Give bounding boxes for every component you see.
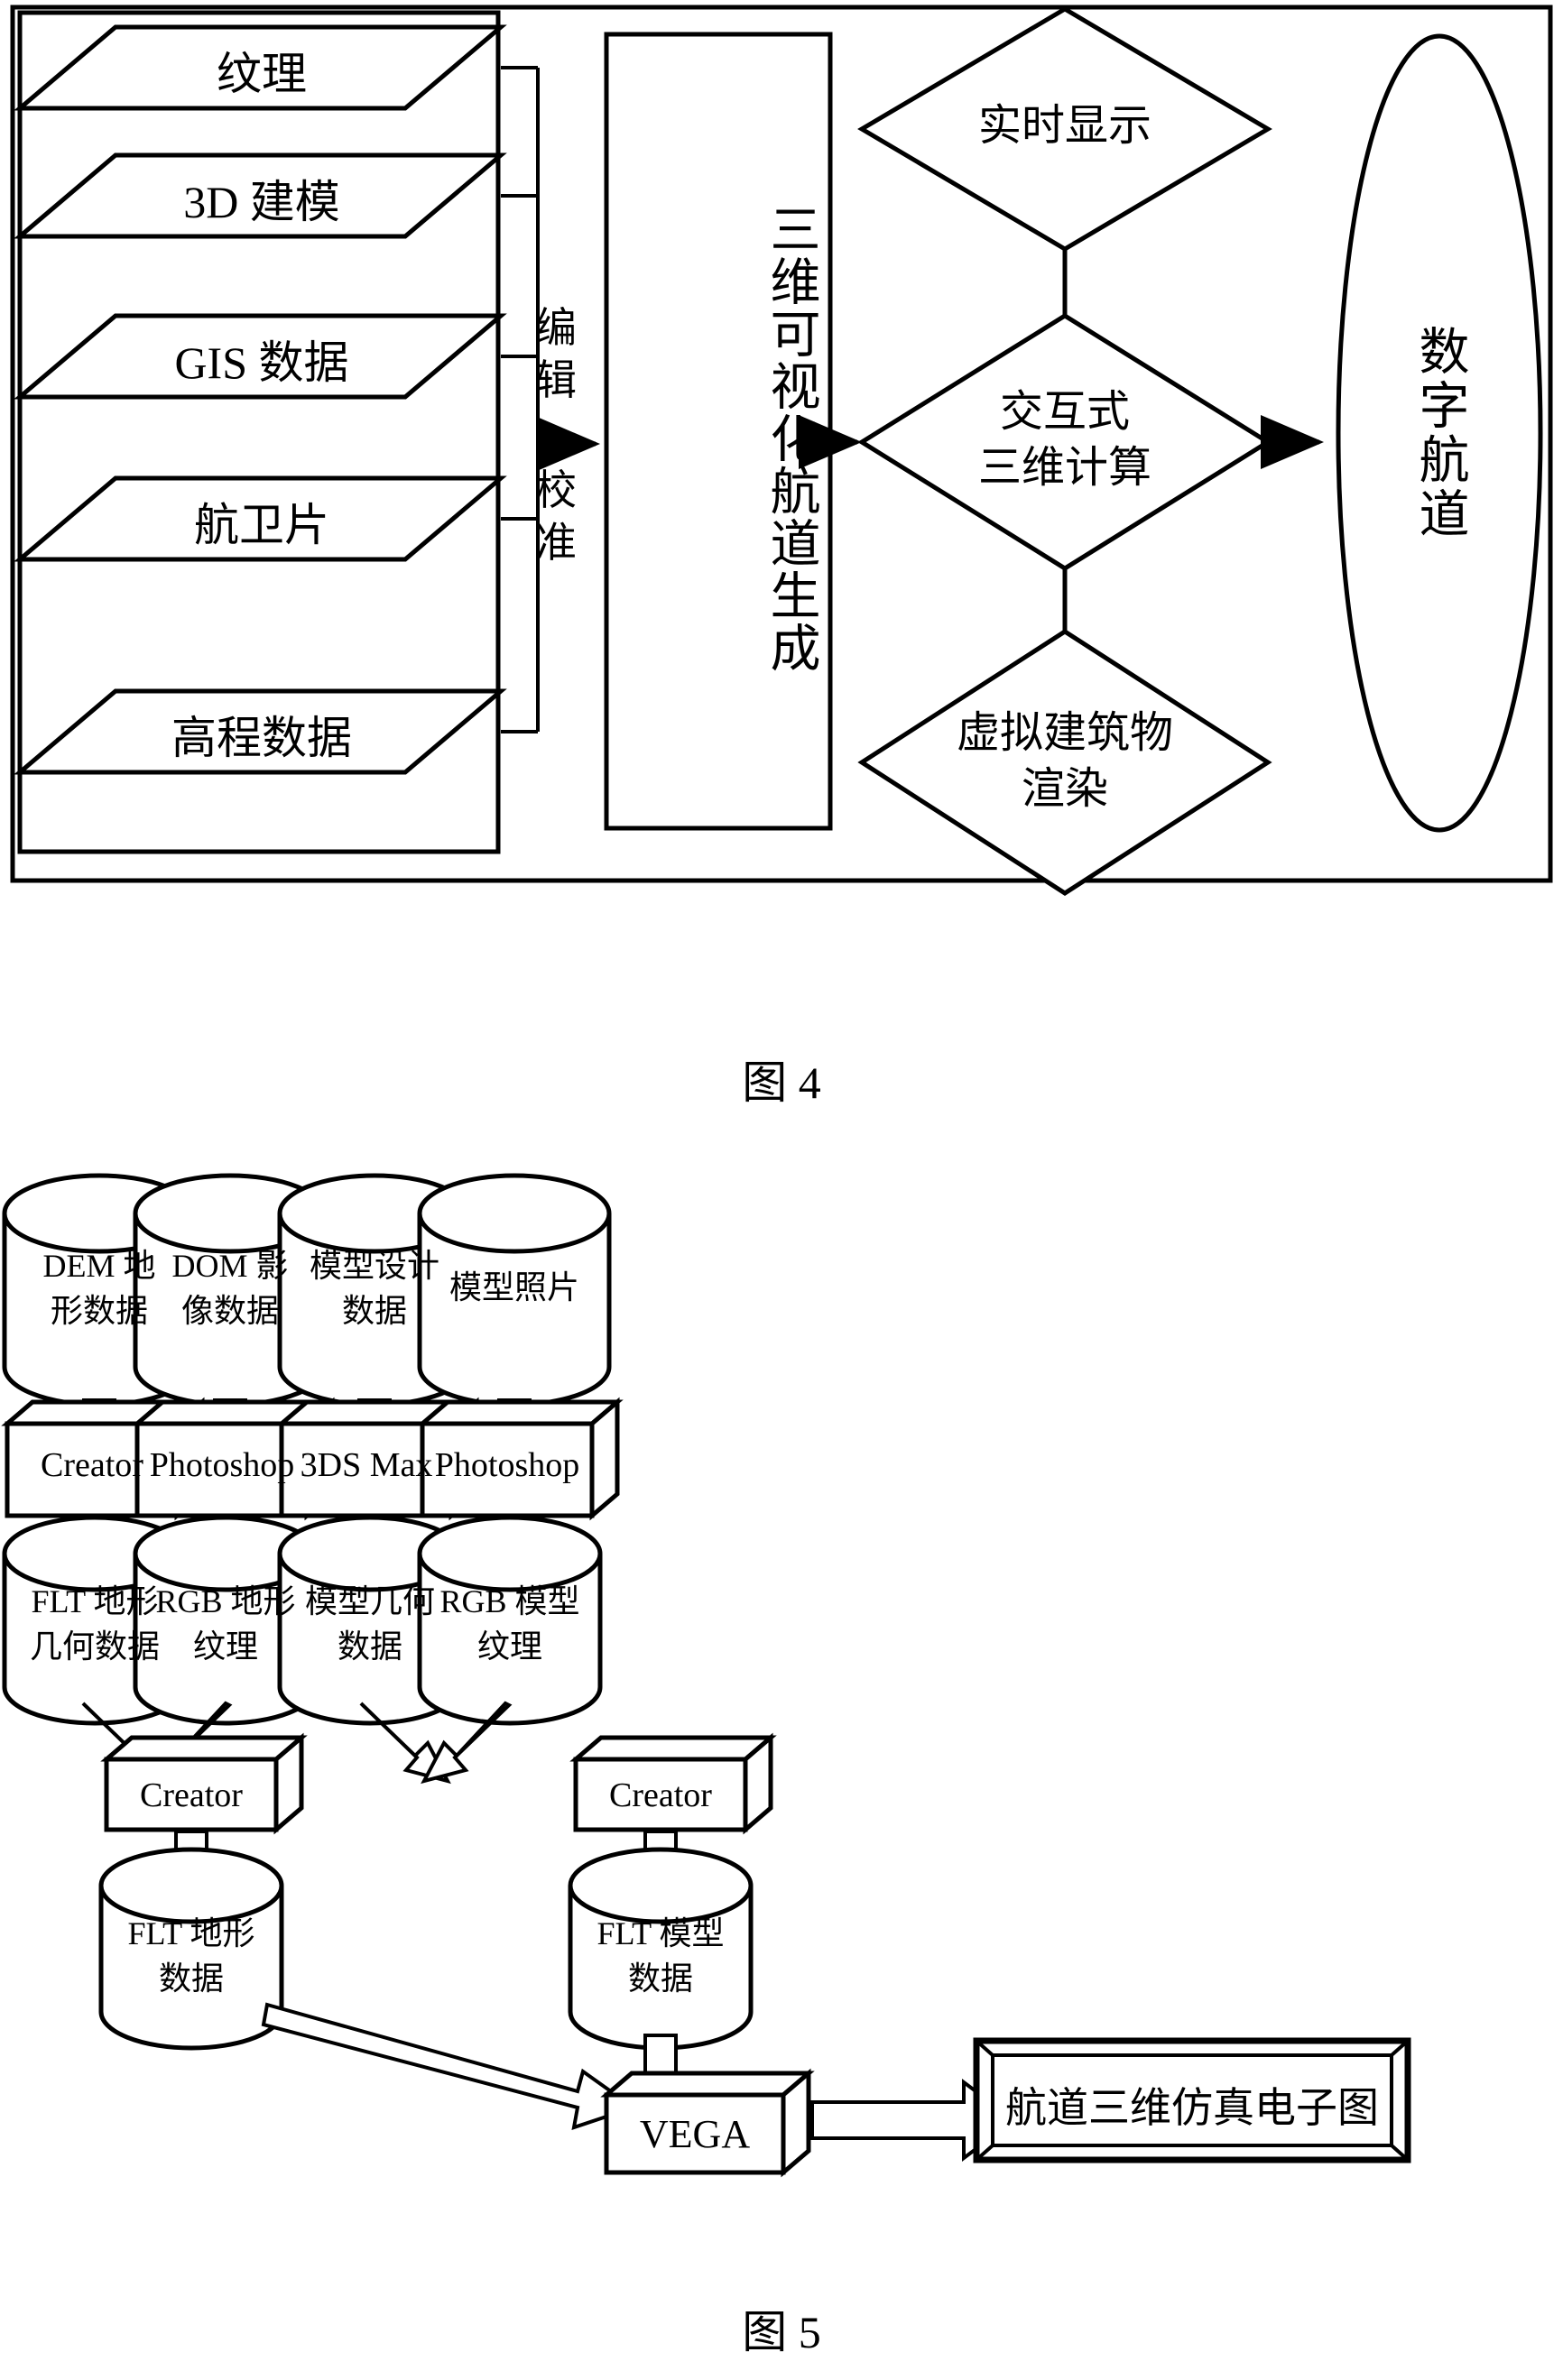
result-label: 航道三维仿真电子图 [1005,2085,1379,2131]
output-ellipse-label: 数字航道 [1411,325,1467,541]
input-label-2: GIS 数据 [174,337,349,388]
input-label-0: 纹理 [217,49,307,99]
decision-label-0: 实时显示 [977,102,1151,150]
figure5-caption: 图 5 [742,2307,821,2357]
edge-label-calibrate: 校准 [535,467,577,566]
source-label-3-line1: 模型照片 [449,1269,579,1305]
figure4-caption: 图 4 [742,1057,821,1108]
input-label-3: 航卫片 [194,500,329,550]
merged-label-0-line2: 数据 [158,1960,224,1997]
tool-label-3: Photoshop [434,1446,580,1484]
patent-figure-page: 纹理 3D 建模 GIS 数据 航卫片 高程数据 编辑 校准 三维可视化航道生成… [0,0,1563,2380]
vega-label: VEGA [639,2112,751,2156]
decision-label-2-line1: 虚拟建筑物 [956,709,1173,757]
input-label-1: 3D 建模 [183,177,340,227]
merged-label-1-line1: FLT 模型 [597,1915,725,1951]
process-box-label: 三维可视化航道生成 [763,202,818,674]
edge-label-edit: 编辑 [535,305,577,403]
merge-tool-label-1: Creator [609,1776,712,1814]
merged-label-1-line2: 数据 [627,1960,693,1997]
input-label-4: 高程数据 [171,713,352,763]
merged-label-0-line1: FLT 地形 [127,1915,255,1951]
decision-label-1-line1: 交互式 [999,388,1130,436]
merge-tool-label-0: Creator [140,1776,243,1814]
decision-label-1-line2: 三维计算 [977,444,1151,492]
intermediate-label-3-line1: RGB 模型 [439,1583,580,1619]
intermediate-label-3-line2: 纹理 [476,1628,542,1665]
decision-label-2-line2: 渲染 [1021,765,1108,813]
